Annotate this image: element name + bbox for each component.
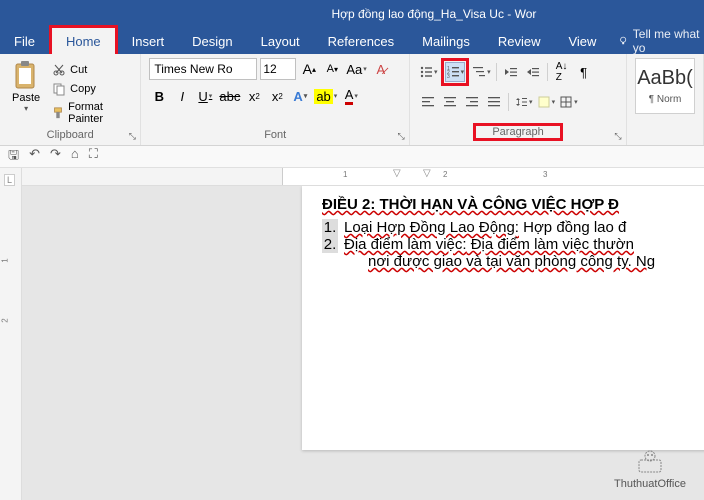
document-title: Hợp đồng lao động_Ha_Visa Uc - Wor	[332, 7, 537, 21]
ruler-vertical[interactable]: L 1 2	[0, 168, 22, 500]
italic-button[interactable]: I	[172, 86, 192, 106]
tab-home[interactable]: Home	[52, 28, 115, 54]
tab-design[interactable]: Design	[178, 28, 246, 54]
group-styles: AaBb( ¶ Norm	[627, 54, 704, 145]
sort-button[interactable]: A↓Z	[552, 62, 572, 82]
document-scroll[interactable]: ĐIỀU 2: THỜI HẠN VÀ CÔNG VIỆC HỢP Đ 1.Lo…	[22, 186, 704, 500]
brush-icon	[52, 106, 64, 120]
format-painter-button[interactable]: Format Painter	[50, 100, 132, 126]
font-name-select[interactable]	[149, 58, 257, 80]
highlight-button[interactable]: ab	[313, 86, 338, 106]
clipboard-label: Clipboard	[8, 127, 132, 143]
watermark: ThuthuatOffice	[614, 448, 686, 490]
numbering-button[interactable]: 123	[445, 62, 466, 82]
change-case-button[interactable]: Aa	[345, 59, 367, 79]
qat-redo-icon[interactable]: ↷	[50, 146, 61, 168]
paragraph-label: Paragraph	[492, 126, 543, 138]
grow-font-button[interactable]: A▴	[299, 59, 319, 79]
qat-save-icon[interactable]: 🖫	[8, 146, 19, 168]
qat-home-icon[interactable]: ⌂	[71, 146, 79, 168]
item2-text: Địa điểm làm việc thườn	[467, 236, 634, 253]
menu-bar: File Home Insert Design Layout Reference…	[0, 28, 704, 54]
group-clipboard: Paste ▾ Cut Copy Format Painter Cl	[0, 54, 141, 145]
borders-button[interactable]	[558, 92, 579, 112]
font-launcher[interactable]: ⤡	[395, 130, 407, 142]
tab-view[interactable]: View	[554, 28, 610, 54]
svg-text:3: 3	[447, 74, 450, 79]
line-spacing-button[interactable]	[513, 92, 534, 112]
ribbon: Paste ▾ Cut Copy Format Painter Cl	[0, 54, 704, 146]
bullets-icon	[419, 65, 433, 79]
bulb-icon	[618, 35, 628, 47]
justify-button[interactable]	[484, 92, 504, 112]
align-left-button[interactable]	[418, 92, 438, 112]
doc-heading: ĐIỀU 2: THỜI HẠN VÀ CÔNG VIỆC HỢP Đ	[322, 196, 704, 213]
highlight-home: Home	[49, 25, 118, 57]
title-bar: Hợp đồng lao động_Ha_Visa Uc - Wor	[0, 0, 704, 28]
clipboard-launcher[interactable]: ⤡	[126, 130, 138, 142]
multilevel-button[interactable]	[471, 62, 492, 82]
ruler-horizontal[interactable]: ▽ ▽ 1 2 3	[22, 168, 704, 186]
indent-icon	[526, 65, 540, 79]
copy-icon	[52, 82, 66, 96]
tell-me[interactable]: Tell me what yo	[618, 27, 704, 55]
bullets-button[interactable]	[418, 62, 439, 82]
item2-line2: nơi được giao và tại văn phòng công ty. …	[368, 253, 704, 270]
superscript-button[interactable]: x2	[267, 86, 287, 106]
item1-text: Hợp đồng lao đ	[519, 219, 626, 236]
qat-maximize-icon[interactable]: ⛶	[89, 146, 98, 168]
strike-button[interactable]: abc	[218, 86, 241, 106]
paste-icon	[12, 60, 40, 90]
paste-button[interactable]: Paste ▾	[8, 58, 44, 115]
paragraph-launcher[interactable]: ⤡	[612, 130, 624, 142]
tab-selector[interactable]: L	[4, 174, 15, 186]
shrink-font-button[interactable]: A▾	[322, 59, 342, 79]
increase-indent-button[interactable]	[523, 62, 543, 82]
tab-mailings[interactable]: Mailings	[408, 28, 484, 54]
numbering-icon: 123	[446, 65, 460, 79]
item1-label: Loại Hợp Đồng Lao Động:	[344, 219, 519, 236]
align-center-button[interactable]	[440, 92, 460, 112]
show-marks-button[interactable]: ¶	[574, 62, 594, 82]
page[interactable]: ĐIỀU 2: THỜI HẠN VÀ CÔNG VIỆC HỢP Đ 1.Lo…	[302, 186, 704, 450]
text-effects-button[interactable]: A	[290, 86, 310, 106]
group-font: A▴ A▾ Aa A̷ B I U abc x2 x2 A ab A Font …	[141, 54, 410, 145]
font-color-button[interactable]: A	[341, 86, 361, 106]
group-paragraph: 123 A↓Z ¶	[410, 54, 627, 145]
quick-access-area: 🖫 ↶ ↷ ⌂ ⛶	[0, 146, 704, 168]
clear-format-button[interactable]: A̷	[371, 59, 391, 79]
cut-button[interactable]: Cut	[50, 62, 132, 78]
tab-insert[interactable]: Insert	[118, 28, 179, 54]
item2-label: Địa điểm làm việc:	[344, 236, 467, 253]
tab-file[interactable]: File	[0, 28, 49, 54]
tab-layout[interactable]: Layout	[247, 28, 314, 54]
style-normal[interactable]: AaBb( ¶ Norm	[635, 58, 695, 114]
bold-button[interactable]: B	[149, 86, 169, 106]
font-size-select[interactable]	[260, 58, 296, 80]
decrease-indent-button[interactable]	[501, 62, 521, 82]
multilevel-icon	[472, 65, 486, 79]
outdent-icon	[504, 65, 518, 79]
qat-undo-icon[interactable]: ↶	[29, 146, 40, 168]
scissors-icon	[52, 63, 66, 77]
tab-review[interactable]: Review	[484, 28, 555, 54]
document-area: L 1 2 ▽ ▽ 1 2 3 ĐIỀU 2: THỜI HẠN VÀ CÔNG…	[0, 168, 704, 500]
subscript-button[interactable]: x2	[244, 86, 264, 106]
watermark-logo-icon	[633, 448, 667, 476]
copy-button[interactable]: Copy	[50, 81, 132, 97]
highlight-paragraph-label: Paragraph	[473, 123, 562, 141]
align-right-button[interactable]	[462, 92, 482, 112]
shading-button[interactable]	[536, 92, 557, 112]
font-label: Font	[149, 127, 401, 143]
tab-references[interactable]: References	[314, 28, 408, 54]
underline-button[interactable]: U	[195, 86, 215, 106]
highlight-numbering: 123	[441, 58, 470, 86]
